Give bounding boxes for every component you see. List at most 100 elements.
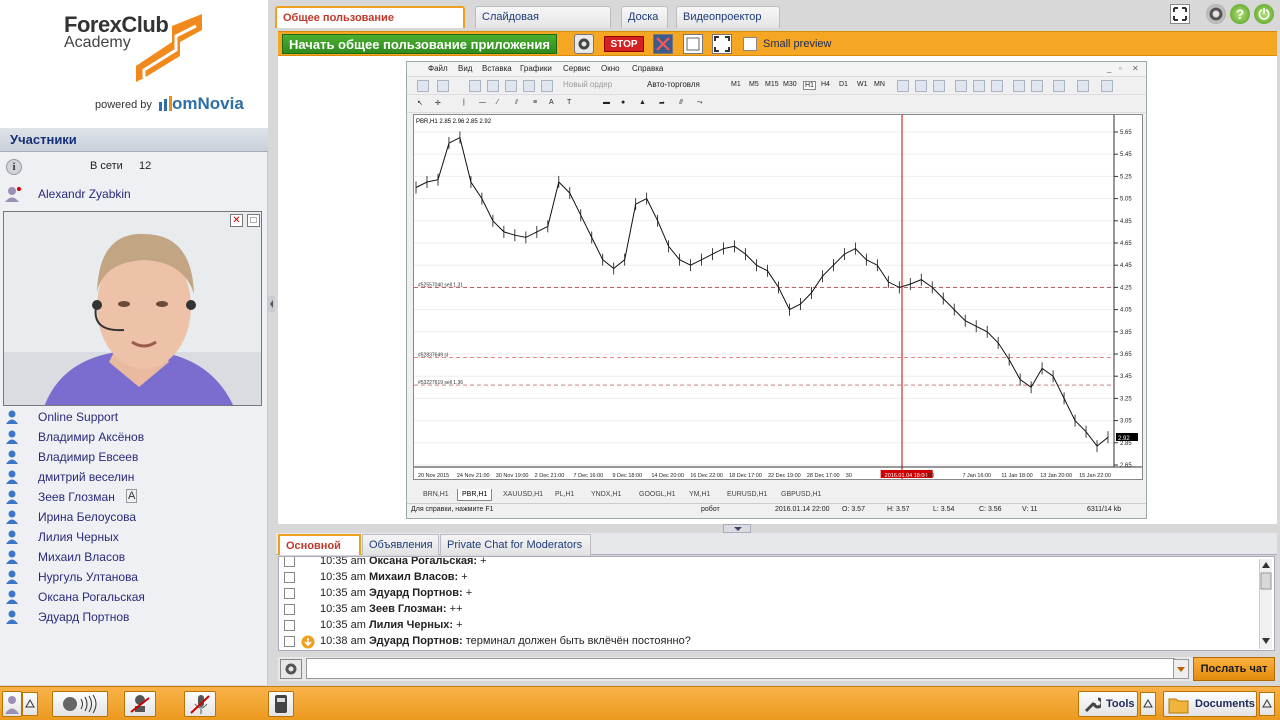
menu-view[interactable]: Вид xyxy=(458,64,472,73)
list-item-user[interactable]: Эдуард Портнов xyxy=(0,607,268,627)
tab-symbol[interactable]: GBPUSD,H1 xyxy=(777,489,825,501)
fibo-icon[interactable]: ≡ xyxy=(533,99,537,106)
stop-sharing-button[interactable]: STOP xyxy=(604,36,644,52)
message-checkbox[interactable] xyxy=(284,636,295,647)
periods-icon[interactable] xyxy=(1077,80,1089,92)
vline-icon[interactable]: | xyxy=(463,99,465,106)
price-chart[interactable]: #52557040 sell 1.31 #52837649 sl #53227619… xyxy=(413,114,1143,480)
tf-h4[interactable]: H4 xyxy=(821,81,830,88)
terminal-icon[interactable] xyxy=(523,80,535,92)
send-chat-button[interactable]: Послать чат xyxy=(1193,657,1275,681)
fullscreen-button[interactable] xyxy=(1170,4,1190,24)
small-preview-checkbox[interactable] xyxy=(743,37,757,51)
rectangle-icon[interactable]: ▬ xyxy=(603,99,610,106)
select-region-button[interactable] xyxy=(683,34,703,54)
zoom-in-icon[interactable] xyxy=(955,80,967,92)
panel-splitter[interactable] xyxy=(268,296,275,312)
start-sharing-button[interactable]: Начать общее пользование приложения xyxy=(282,34,557,54)
list-item-user[interactable]: дмитрий веселин xyxy=(0,467,268,487)
message-checkbox[interactable] xyxy=(284,572,295,583)
cursor-icon[interactable]: ↖ xyxy=(417,99,423,107)
presenter-row[interactable]: Alexandr Zyabkin xyxy=(0,184,268,204)
tf-h1[interactable]: H1 xyxy=(803,81,816,90)
remote-control-button[interactable] xyxy=(653,34,673,54)
list-item-user[interactable]: Нургуль Ултанова xyxy=(0,567,268,587)
power-button[interactable]: ⏻ xyxy=(1254,4,1274,24)
help-button[interactable]: ? xyxy=(1230,4,1250,24)
tools-button[interactable]: Tools xyxy=(1078,691,1138,717)
tools-menu-button[interactable] xyxy=(1140,692,1156,716)
strategy-tester-icon[interactable] xyxy=(541,80,553,92)
triangle-icon[interactable]: ▲ xyxy=(639,99,646,106)
new-order-button[interactable]: Новый ордер xyxy=(563,80,612,89)
tab-main-chat[interactable]: Основной чат xyxy=(278,534,361,572)
tf-mn[interactable]: MN xyxy=(874,81,885,88)
terminal-restore-icon[interactable]: ▫ xyxy=(1119,64,1122,73)
zoom-out-icon[interactable] xyxy=(973,80,985,92)
bar-chart-icon[interactable] xyxy=(897,80,909,92)
chat-dropdown-button[interactable] xyxy=(1173,659,1189,679)
channel-icon[interactable]: ⫽ xyxy=(515,99,518,107)
tab-app-sharing[interactable]: Общее пользование приложения xyxy=(275,6,465,44)
tab-symbol[interactable]: GOOGL,H1 xyxy=(635,489,680,501)
user-menu-button[interactable] xyxy=(22,692,38,716)
tf-d1[interactable]: D1 xyxy=(839,81,848,88)
tab-symbol[interactable]: YNDX,H1 xyxy=(587,489,625,501)
menu-tools[interactable]: Сервис xyxy=(563,64,590,73)
list-item-user[interactable]: Михаил Власов xyxy=(0,547,268,567)
tab-whiteboard[interactable]: Доска xyxy=(621,6,668,28)
message-checkbox[interactable] xyxy=(284,557,295,567)
chat-input[interactable] xyxy=(306,658,1175,679)
message-checkbox[interactable] xyxy=(284,620,295,631)
new-chart-icon[interactable] xyxy=(417,80,429,92)
tf-w1[interactable]: W1 xyxy=(857,81,868,88)
info-icon[interactable]: i xyxy=(6,159,22,175)
list-item-user[interactable]: Владимир Евсеев xyxy=(0,447,268,467)
menu-help[interactable]: Справка xyxy=(632,64,663,73)
fit-screen-button[interactable] xyxy=(712,34,732,54)
share-area-collapse[interactable] xyxy=(723,524,751,533)
menu-file[interactable]: Файл xyxy=(428,64,448,73)
terminal-close-icon[interactable]: ✕ xyxy=(1132,64,1139,73)
phone-dialpad-button[interactable] xyxy=(268,691,294,717)
chart-shift-icon[interactable] xyxy=(1031,80,1043,92)
tf-m15[interactable]: M15 xyxy=(765,81,779,88)
tile-windows-icon[interactable] xyxy=(991,80,1003,92)
navigator-icon[interactable] xyxy=(487,80,499,92)
trendline-icon[interactable]: ⁄ xyxy=(497,99,498,106)
terminal-min-icon[interactable]: _ xyxy=(1107,64,1111,73)
tf-m5[interactable]: M5 xyxy=(749,81,759,88)
tab-private-moderators[interactable]: Private Chat for Moderators xyxy=(440,534,591,555)
indicators-icon[interactable] xyxy=(1053,80,1065,92)
tab-symbol[interactable]: PL,H1 xyxy=(551,489,578,501)
tab-symbol[interactable]: BRN,H1 xyxy=(419,489,453,501)
message-checkbox[interactable] xyxy=(284,604,295,615)
data-window-icon[interactable] xyxy=(505,80,517,92)
tab-announcements[interactable]: Объявления xyxy=(362,534,439,555)
video-close-button[interactable]: ✕ xyxy=(230,214,243,227)
tf-m1[interactable]: M1 xyxy=(731,81,741,88)
arrow-icon[interactable]: ➦ xyxy=(659,99,665,107)
video-maximize-button[interactable]: □ xyxy=(247,214,260,227)
documents-menu-button[interactable] xyxy=(1259,692,1275,716)
documents-button[interactable]: Documents xyxy=(1163,691,1257,717)
tab-symbol[interactable]: EURUSD,H1 xyxy=(723,489,771,501)
share-settings-button[interactable] xyxy=(574,34,594,54)
chat-scrollbar[interactable] xyxy=(1259,559,1272,649)
microphone-button[interactable] xyxy=(184,691,216,717)
profiles-icon[interactable] xyxy=(437,80,449,92)
message-checkbox[interactable] xyxy=(284,588,295,599)
tab-slides[interactable]: Слайдовая презентация xyxy=(475,6,611,43)
list-item-user[interactable]: Владимир Аксёнов xyxy=(0,427,268,447)
user-status-button[interactable] xyxy=(2,691,22,717)
list-item-user[interactable]: Лилия Черных xyxy=(0,527,268,547)
list-item-user[interactable]: Online Support xyxy=(0,407,268,427)
pitchfork-icon[interactable]: ⫻ xyxy=(679,99,683,107)
hline-icon[interactable]: — xyxy=(479,99,486,106)
label-icon[interactable]: T xyxy=(567,99,571,106)
tab-video-projector[interactable]: Видеопроектор xyxy=(676,6,780,28)
auto-trading-button[interactable]: Авто-торговля xyxy=(647,80,700,89)
chat-options-button[interactable] xyxy=(280,659,302,679)
autoscroll-icon[interactable] xyxy=(1013,80,1025,92)
menu-window[interactable]: Окно xyxy=(601,64,620,73)
